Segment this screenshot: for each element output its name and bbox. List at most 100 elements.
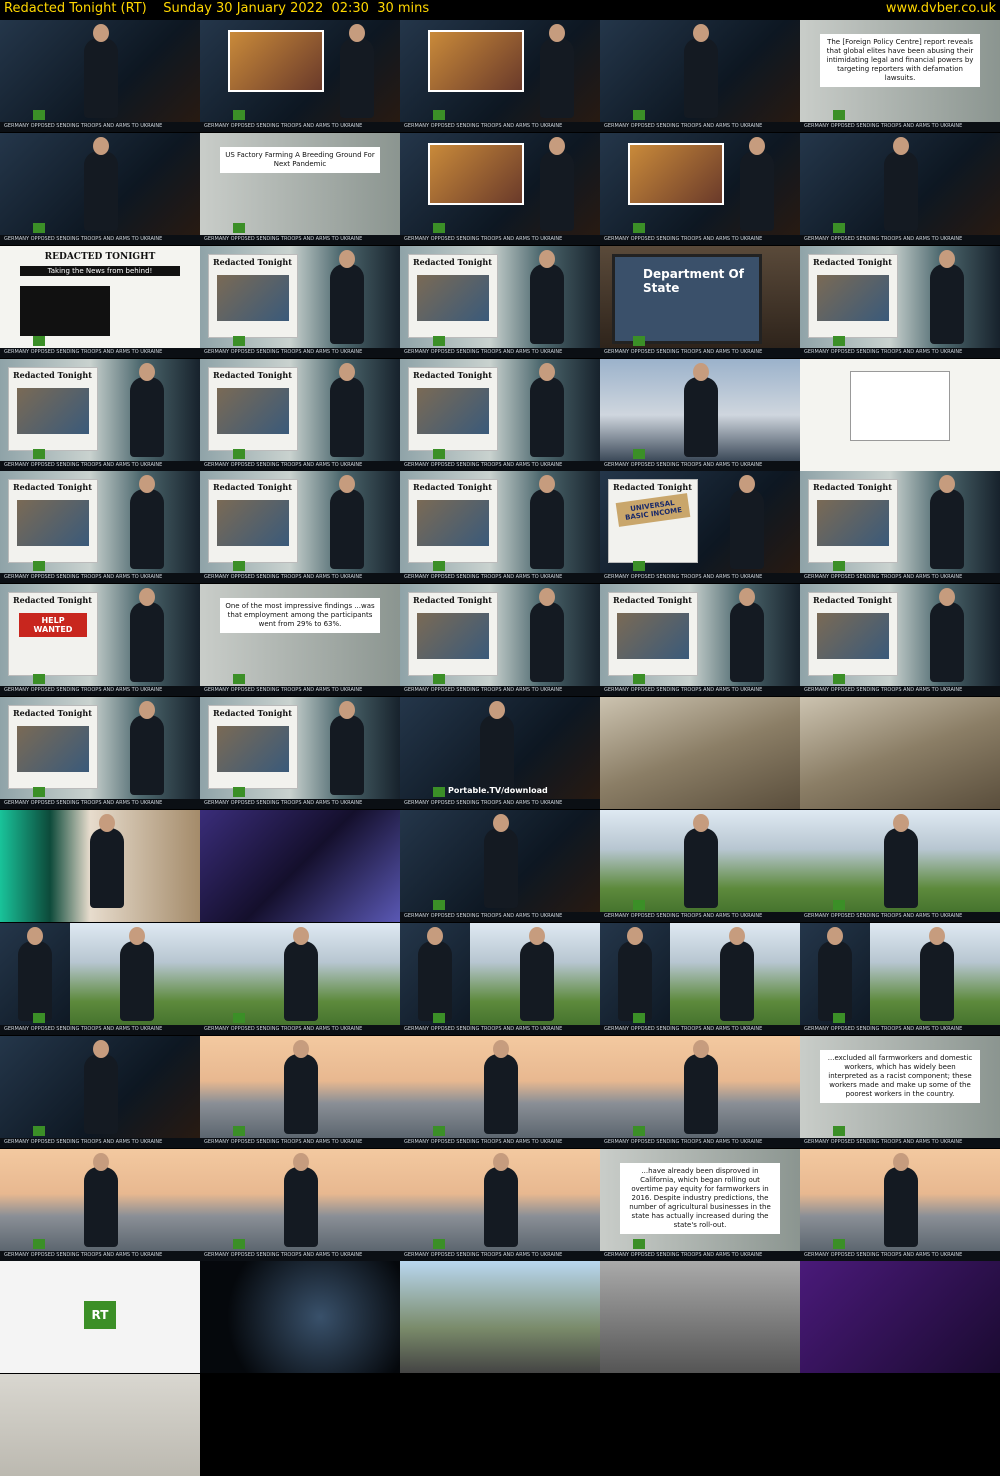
presenter-figure: [520, 926, 554, 1021]
news-ticker: GERMANY OPPOSED SENDING TROOPS AND ARMS …: [400, 234, 600, 245]
presenter-head: [939, 475, 955, 494]
rt-corner-logo: [233, 222, 245, 233]
thumbnail[interactable]: [800, 358, 1000, 471]
news-ticker: GERMANY OPPOSED SENDING TROOPS AND ARMS …: [0, 122, 200, 132]
presenter-figure: [130, 362, 164, 457]
news-ticker: GERMANY OPPOSED SENDING TROOPS AND ARMS …: [400, 1137, 600, 1148]
story-image: [628, 142, 724, 205]
presenter-figure: [540, 24, 574, 118]
rt-corner-logo: [233, 1238, 245, 1249]
ticker-text: GERMANY OPPOSED SENDING TROOPS AND ARMS …: [804, 912, 963, 919]
news-ticker: GERMANY OPPOSED SENDING TROOPS AND ARMS …: [200, 1250, 400, 1261]
thumbnail[interactable]: Redacted Tonight GERMANY OPPOSED SENDING …: [800, 471, 1000, 584]
show-logo-text: Redacted Tonight: [813, 595, 892, 606]
presenter-figure: [540, 136, 574, 231]
thumbnail[interactable]: The [Foreign Policy Centre] report revea…: [800, 20, 1000, 132]
ticker-text: GERMANY OPPOSED SENDING TROOPS AND ARMS …: [4, 687, 163, 694]
thumbnail[interactable]: Redacted Tonight GERMANY OPPOSED SENDING …: [0, 471, 200, 584]
thumbnail[interactable]: Redacted Tonight GERMANY OPPOSED SENDING …: [0, 358, 200, 471]
presenter-figure: [130, 588, 164, 683]
thumbnail[interactable]: Department Of State GERMANY OPPOSED SENDI…: [600, 245, 800, 358]
thumbnail[interactable]: Redacted Tonight GERMANY OPPOSED SENDING …: [200, 245, 400, 358]
thumbnail[interactable]: [0, 1374, 200, 1476]
thumbnail[interactable]: GERMANY OPPOSED SENDING TROOPS AND ARMS …: [400, 809, 600, 922]
thumbnail[interactable]: GERMANY OPPOSED SENDING TROOPS AND ARMS …: [400, 1148, 600, 1261]
story-image: [817, 613, 889, 660]
newspaper-page: [850, 370, 950, 441]
rt-corner-logo: [33, 1238, 45, 1249]
thumbnail[interactable]: GERMANY OPPOSED SENDING TROOPS AND ARMS …: [0, 922, 200, 1035]
thumbnail[interactable]: GERMANY OPPOSED SENDING TROOPS AND ARMS …: [600, 358, 800, 471]
presenter-figure: [480, 701, 514, 796]
thumbnail[interactable]: GERMANY OPPOSED SENDING TROOPS AND ARMS …: [400, 1035, 600, 1148]
thumbnail[interactable]: GERMANY OPPOSED SENDING TROOPS AND ARMS …: [200, 1148, 400, 1261]
thumbnail[interactable]: GERMANY OPPOSED SENDING TROOPS AND ARMS …: [0, 20, 200, 132]
presenter-figure: [684, 362, 718, 457]
thumbnail[interactable]: GERMANY OPPOSED SENDING TROOPS AND ARMS …: [0, 132, 200, 245]
broadcast-time: 02:30: [331, 1, 369, 16]
thumbnail[interactable]: Redacted Tonight GERMANY OPPOSED SENDING …: [0, 697, 200, 810]
news-ticker: GERMANY OPPOSED SENDING TROOPS AND ARMS …: [800, 1024, 1000, 1035]
thumbnail[interactable]: [0, 809, 200, 922]
ticker-text: GERMANY OPPOSED SENDING TROOPS AND ARMS …: [4, 1251, 163, 1258]
thumbnail[interactable]: Redacted Tonight GERMANY OPPOSED SENDING …: [400, 358, 600, 471]
presenter-figure: [330, 475, 364, 570]
presenter-head: [693, 24, 709, 42]
thumbnail[interactable]: Portable.TV/download GERMANY OPPOSED SEND…: [400, 697, 600, 810]
presenter-figure: [484, 813, 518, 908]
thumbnail[interactable]: Redacted Tonight HELP WANTED GERMANY OPPOS…: [0, 584, 200, 697]
thumbnail[interactable]: RT: [0, 1261, 200, 1374]
site-link[interactable]: www.dvber.co.uk: [886, 1, 996, 16]
thumbnail[interactable]: One of the most impressive findings ...w…: [200, 584, 400, 697]
thumbnail[interactable]: Redacted Tonight UNIVERSAL BASIC INCOME GE…: [600, 471, 800, 584]
rt-corner-logo: [433, 787, 445, 798]
thumbnail[interactable]: Redacted Tonight GERMANY OPPOSED SENDING …: [400, 584, 600, 697]
thumbnail[interactable]: Redacted Tonight GERMANY OPPOSED SENDING …: [400, 471, 600, 584]
thumbnail[interactable]: GERMANY OPPOSED SENDING TROOPS AND ARMS …: [800, 809, 1000, 922]
presenter-figure: [618, 926, 652, 1021]
thumbnail[interactable]: GERMANY OPPOSED SENDING TROOPS AND ARMS …: [600, 1035, 800, 1148]
thumbnail[interactable]: [600, 697, 800, 810]
thumbnail[interactable]: GERMANY OPPOSED SENDING TROOPS AND ARMS …: [200, 922, 400, 1035]
thumbnail[interactable]: GERMANY OPPOSED SENDING TROOPS AND ARMS …: [200, 20, 400, 132]
thumbnail[interactable]: Redacted Tonight GERMANY OPPOSED SENDING …: [800, 245, 1000, 358]
thumbnail[interactable]: [800, 697, 1000, 810]
thumbnail[interactable]: Redacted Tonight GERMANY OPPOSED SENDING …: [200, 471, 400, 584]
news-ticker: GERMANY OPPOSED SENDING TROOPS AND ARMS …: [800, 1250, 1000, 1261]
rt-corner-logo: [833, 110, 845, 120]
ticker-text: GERMANY OPPOSED SENDING TROOPS AND ARMS …: [404, 912, 563, 919]
thumbnail[interactable]: Redacted Tonight GERMANY OPPOSED SENDING …: [200, 358, 400, 471]
thumbnail[interactable]: GERMANY OPPOSED SENDING TROOPS AND ARMS …: [400, 20, 600, 132]
presenter-figure: [920, 926, 954, 1021]
thumbnail[interactable]: ...have already been disproved in Califo…: [600, 1148, 800, 1261]
thumbnail[interactable]: GERMANY OPPOSED SENDING TROOPS AND ARMS …: [800, 922, 1000, 1035]
thumbnail[interactable]: GERMANY OPPOSED SENDING TROOPS AND ARMS …: [200, 1035, 400, 1148]
thumbnail[interactable]: [600, 1261, 800, 1374]
ticker-text: GERMANY OPPOSED SENDING TROOPS AND ARMS …: [604, 574, 763, 581]
thumbnail[interactable]: GERMANY OPPOSED SENDING TROOPS AND ARMS …: [800, 1148, 1000, 1261]
thumbnail[interactable]: Redacted Tonight GERMANY OPPOSED SENDING …: [800, 584, 1000, 697]
thumbnail[interactable]: GERMANY OPPOSED SENDING TROOPS AND ARMS …: [0, 1148, 200, 1261]
rt-corner-logo: [33, 222, 45, 233]
thumbnail[interactable]: GERMANY OPPOSED SENDING TROOPS AND ARMS …: [600, 809, 800, 922]
thumbnail[interactable]: GERMANY OPPOSED SENDING TROOPS AND ARMS …: [0, 1035, 200, 1148]
thumbnail[interactable]: GERMANY OPPOSED SENDING TROOPS AND ARMS …: [800, 132, 1000, 245]
thumbnail[interactable]: [200, 809, 400, 922]
thumbnail[interactable]: Redacted Tonight GERMANY OPPOSED SENDING …: [200, 697, 400, 810]
news-ticker: GERMANY OPPOSED SENDING TROOPS AND ARMS …: [0, 460, 200, 471]
presenter-head: [139, 362, 155, 381]
thumbnail[interactable]: GERMANY OPPOSED SENDING TROOPS AND ARMS …: [600, 20, 800, 132]
thumbnail[interactable]: US Factory Farming A Breeding Ground For…: [200, 132, 400, 245]
thumbnail[interactable]: [400, 1261, 600, 1374]
thumbnail[interactable]: Redacted Tonight GERMANY OPPOSED SENDING …: [600, 584, 800, 697]
thumbnail[interactable]: ...excluded all farmworkers and domestic…: [800, 1035, 1000, 1148]
thumbnail[interactable]: GERMANY OPPOSED SENDING TROOPS AND ARMS …: [600, 132, 800, 245]
thumbnail[interactable]: GERMANY OPPOSED SENDING TROOPS AND ARMS …: [400, 132, 600, 245]
thumbnail[interactable]: [200, 1261, 400, 1374]
thumbnail[interactable]: [800, 1261, 1000, 1374]
thumbnail[interactable]: REDACTED TONIGHT Taking the News from beh…: [0, 245, 200, 358]
thumbnail[interactable]: GERMANY OPPOSED SENDING TROOPS AND ARMS …: [600, 922, 800, 1035]
thumbnail[interactable]: GERMANY OPPOSED SENDING TROOPS AND ARMS …: [400, 922, 600, 1035]
thumbnail[interactable]: Redacted Tonight GERMANY OPPOSED SENDING …: [400, 245, 600, 358]
presenter-head: [493, 1039, 509, 1058]
